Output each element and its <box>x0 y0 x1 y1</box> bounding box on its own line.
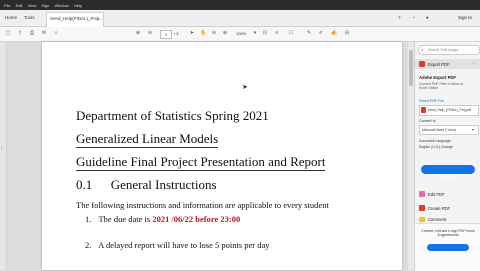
chevron-down-icon: ▾ <box>472 127 475 132</box>
tab-close-icon[interactable]: × <box>97 16 100 21</box>
select-tool-icon[interactable]: ➤ <box>189 30 195 36</box>
scrollbar-thumb[interactable] <box>409 50 413 86</box>
adobe-export-desc: Convert PDF Files to Word or Excel Onlin… <box>419 82 464 90</box>
doc-subtitle: Generalized Linear Models <box>76 131 219 148</box>
item-1-text: The due date is <box>98 214 151 224</box>
convert-to-select[interactable]: Microsoft Word (*.docx) ▾ <box>419 125 479 135</box>
convert-button-label: Convert <box>440 174 456 179</box>
menu-window[interactable]: Window <box>54 3 68 8</box>
tab-document-label: Send_Help(FINAL)_Proj... <box>50 16 103 21</box>
mouse-cursor-icon: ➤ <box>242 84 248 91</box>
tab-bar: Home Tools Send_Help(FINAL)_Proj... × ? … <box>0 10 480 27</box>
search-icon: ⌕ <box>421 47 424 52</box>
section-number: 0.1 <box>76 177 93 192</box>
toolbar: ▢ ⇪ ⎙ ✉ ⌕ ⊕ ⊖ 2 / 3 ➤ ✋ ⊖ ⊕ 100% ▾ ⊡ ≡ ☐… <box>0 27 480 42</box>
sign-icon[interactable]: ✍ <box>331 30 337 36</box>
help-icon[interactable]: ? <box>398 15 401 20</box>
expand-left-icon[interactable]: › <box>1 146 3 152</box>
hand-tool-icon[interactable]: ✋ <box>200 30 206 36</box>
create-pdf-icon <box>419 205 425 211</box>
select-pdf-label: Select PDF File <box>419 99 444 103</box>
tool-search-input[interactable]: ⌕ Search 'Edit image' <box>418 45 480 55</box>
edit-pdf-tool[interactable]: Edit PDF <box>415 189 480 199</box>
convert-to-label: Convert to <box>419 119 436 123</box>
menu-bar: File Edit View Sign Window Help <box>0 0 480 10</box>
free-trial-button[interactable]: Free 7-Day Trial <box>427 244 469 258</box>
export-pdf-tool[interactable]: Export PDF ‹ <box>415 59 480 69</box>
collapse-icon[interactable]: ‹ <box>473 61 475 66</box>
menu-help[interactable]: Help <box>74 3 82 8</box>
adobe-export-title: Adobe Export PDF <box>419 75 456 80</box>
free-trial-label: Free 7-Day Trial <box>435 254 461 258</box>
item-1-number: 1. <box>85 214 92 224</box>
item-2-text: A delayed report will have to lose 5 poi… <box>98 240 270 250</box>
section-title: General Instructions <box>110 177 217 192</box>
search-placeholder: Search 'Edit image' <box>428 48 459 52</box>
user-icon[interactable]: ● <box>426 15 429 20</box>
menu-sign[interactable]: Sign <box>41 3 49 8</box>
comment-icon <box>419 217 425 222</box>
zoom-in-icon[interactable]: ⊕ <box>222 30 228 36</box>
comment-icon[interactable]: ☐ <box>288 30 294 36</box>
file-name: Send_Help_(FINAL)_Proj.pdf <box>428 108 471 112</box>
edit-pdf-label: Edit PDF <box>428 192 445 197</box>
page-down-icon[interactable]: ⊖ <box>147 30 153 36</box>
list-item-2: 2. A delayed report will have to lose 5 … <box>85 240 270 250</box>
email-icon[interactable]: ✉ <box>41 30 47 36</box>
tab-document[interactable]: Send_Help(FINAL)_Proj... × <box>46 12 104 27</box>
comment-tool[interactable]: Comment <box>415 216 480 222</box>
pdf-file-icon <box>421 107 426 113</box>
create-pdf-tool[interactable]: Create PDF <box>415 203 480 213</box>
notifications-icon[interactable]: ◔ <box>412 15 415 20</box>
convert-button[interactable]: Convert <box>421 165 475 179</box>
file-select-field[interactable]: Send_Help_(FINAL)_Proj.pdf <box>419 105 479 116</box>
zoom-dropdown-icon[interactable]: ▾ <box>252 30 258 36</box>
page-total: / 3 <box>174 31 179 36</box>
left-panel-strip: › <box>0 42 7 270</box>
doc-lang-value[interactable]: English (U.S.) Change <box>419 145 453 149</box>
highlight-icon[interactable]: ✐ <box>318 30 324 36</box>
create-pdf-label: Create PDF <box>428 206 451 211</box>
pdf-page: ➤ Department of Statistics Spring 2021 G… <box>42 42 402 270</box>
export-pdf-icon <box>419 61 425 67</box>
menu-file[interactable]: File <box>4 3 10 8</box>
doc-lang-label: Document Language: <box>419 139 452 143</box>
tab-home[interactable]: Home <box>5 15 17 20</box>
promo-text: Convert, edit and e-sign PDF forms & agr… <box>421 229 475 237</box>
zoom-out-icon[interactable]: ⊖ <box>211 30 217 36</box>
list-item-1: 1. The due date is 2021 /06/22 before 23… <box>85 214 240 224</box>
page-number-input[interactable]: 2 <box>160 30 172 39</box>
doc-heading: Guideline Final Project Presentation and… <box>76 154 326 171</box>
search-icon[interactable]: ⌕ <box>53 30 59 36</box>
menu-edit[interactable]: Edit <box>16 3 23 8</box>
fit-page-icon[interactable]: ⊡ <box>262 30 268 36</box>
page-up-icon[interactable]: ⊕ <box>135 30 141 36</box>
stamp-icon[interactable]: ⊟ <box>344 30 350 36</box>
menu-view[interactable]: View <box>28 3 37 8</box>
item-2-number: 2. <box>85 240 92 250</box>
export-pdf-label: Export PDF <box>428 62 450 67</box>
save-icon[interactable]: ▢ <box>5 30 11 36</box>
section-heading: 0.1 General Instructions <box>76 177 217 193</box>
tab-tools[interactable]: Tools <box>24 15 35 20</box>
promo-box: Convert, edit and e-sign PDF forms & agr… <box>415 223 480 271</box>
comment-label: Comment <box>428 217 447 222</box>
doc-title: Department of Statistics Spring 2021 <box>76 108 269 123</box>
right-tools-panel: ⌕ Search 'Edit image' Export PDF ‹ Adobe… <box>414 42 480 271</box>
edit-pdf-icon <box>419 191 425 197</box>
intro-text: The following instructions and informati… <box>76 200 329 210</box>
print-icon[interactable]: ⎙ <box>29 30 35 36</box>
due-date: 2021 /06/22 before 23:00 <box>152 214 241 224</box>
upload-icon[interactable]: ⇪ <box>17 30 23 36</box>
convert-to-value: Microsoft Word (*.docx) <box>422 128 457 132</box>
pen-icon[interactable]: ✎ <box>306 30 312 36</box>
zoom-level[interactable]: 100% <box>236 31 246 36</box>
scroll-mode-icon[interactable]: ≡ <box>274 30 280 36</box>
sign-in-link[interactable]: Sign In <box>458 15 472 20</box>
